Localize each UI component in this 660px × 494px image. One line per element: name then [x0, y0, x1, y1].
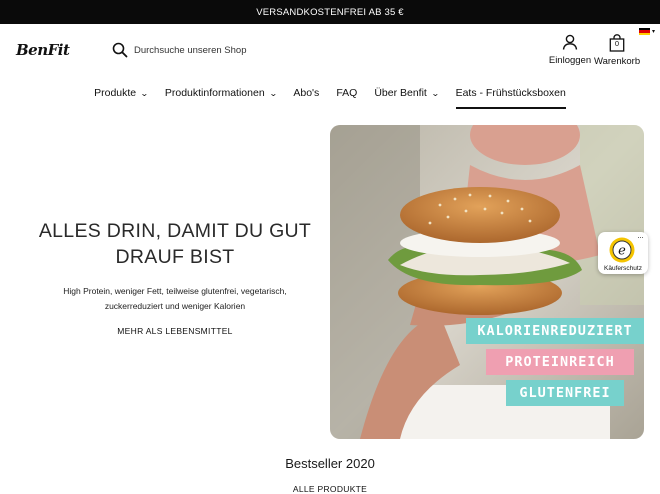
trusted-shops-seal-icon: e: [609, 237, 635, 263]
de-flag-icon[interactable]: [639, 28, 650, 35]
nav-item-abos[interactable]: Abo's: [293, 82, 319, 110]
nav-item-produktinformationen[interactable]: Produktinformationen ⌄: [165, 82, 278, 110]
nav-item-eats[interactable]: Eats - Frühstücksboxen: [455, 82, 567, 110]
chevron-down-icon: ⌄: [268, 89, 278, 98]
user-icon: [562, 34, 578, 50]
account-button[interactable]: Einloggen: [547, 34, 593, 66]
nav-item-ueber-benfit[interactable]: Über Benfit ⌄: [374, 82, 440, 110]
all-products-link[interactable]: ALLE PRODUKTE: [0, 484, 660, 494]
badge-proteinreich: PROTEINREICH: [486, 349, 634, 375]
bestseller-title: Bestseller 2020: [285, 456, 375, 471]
main-nav: Produkte ⌄ Produktinformationen ⌄ Abo's FA…: [0, 82, 660, 110]
announcement-text: VERSANDKOSTENFREI AB 35 €: [256, 6, 404, 18]
logo[interactable]: BenFit: [16, 41, 70, 59]
chevron-down-icon: ⌄: [430, 89, 440, 98]
search-input[interactable]: [134, 41, 334, 59]
cart-label: Warenkorb: [594, 56, 641, 67]
cart-count: 0: [614, 39, 620, 48]
chevron-down-icon: ⌄: [140, 89, 149, 98]
nav-item-produkte[interactable]: Produkte ⌄: [94, 82, 149, 110]
announcement-bar: VERSANDKOSTENFREI AB 35 €: [0, 0, 660, 24]
svg-text:e: e: [618, 244, 626, 259]
badge-glutenfrei: GLUTENFREI: [506, 380, 624, 406]
hero-subtitle: High Protein, weniger Fett, teilweise gl…: [63, 286, 287, 311]
hero-title: ALLES DRIN, DAMIT DU GUT DRAUF BIST: [38, 220, 312, 268]
trusted-shops-badge[interactable]: ··· e Käuferschutz: [598, 232, 648, 274]
cart-button[interactable]: 0 Warenkorb: [594, 34, 640, 67]
more-options-icon[interactable]: ···: [637, 232, 644, 242]
site-header: BenFit Einloggen 0 Warenkorb ▾: [0, 24, 660, 80]
badge-kalorienreduziert: KALORIENREDUZIERT: [466, 318, 644, 344]
nav-item-faq[interactable]: FAQ: [336, 82, 357, 110]
trust-label: Käuferschutz: [604, 265, 642, 272]
hero-text: ALLES DRIN, DAMIT DU GUT DRAUF BIST High…: [30, 218, 320, 339]
hero-link[interactable]: MEHR ALS LEBENSMITTEL: [117, 326, 232, 336]
search-icon[interactable]: [112, 42, 128, 58]
language-caret-icon[interactable]: ▾: [652, 28, 655, 35]
account-label: Einloggen: [548, 55, 592, 66]
